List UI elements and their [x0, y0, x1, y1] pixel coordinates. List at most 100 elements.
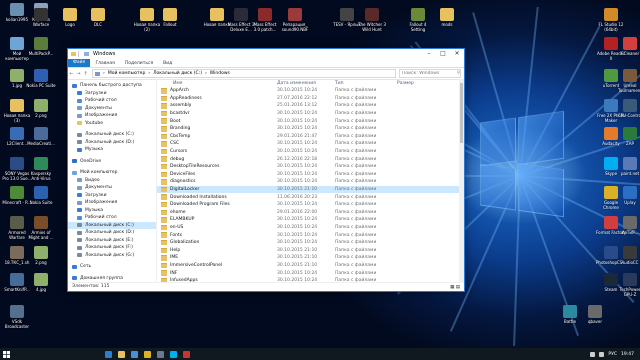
- file-row[interactable]: Help 30.10.2015 21:10 Папка с файлами: [157, 246, 464, 254]
- nav-item[interactable]: Изображения: [68, 112, 156, 120]
- breadcrumb-drive-c[interactable]: Локальный диск (C:): [153, 71, 202, 76]
- file-row[interactable]: Cursors 30.10.2015 10:24 Папка с файлами: [157, 148, 464, 156]
- file-row[interactable]: ImmersiveControlPanel 30.10.2015 21:10 Пап…: [157, 262, 464, 270]
- nav-item[interactable]: Рабочий стол: [68, 214, 156, 222]
- column-type[interactable]: Тип: [335, 81, 397, 86]
- file-row[interactable]: Downloaded Installations 11.06.2016 20:23…: [157, 193, 464, 201]
- nav-item[interactable]: Мой компьютер: [68, 169, 156, 177]
- search-box[interactable]: ⚲: [399, 69, 461, 78]
- desktop-icon[interactable]: TechPower GPU-Z: [615, 273, 640, 305]
- desktop-icon[interactable]: The Witcher 3 Wild Hunt: [357, 8, 387, 40]
- language-indicator[interactable]: РУС: [608, 352, 617, 357]
- nav-item[interactable]: Музыка: [68, 207, 156, 215]
- nav-item[interactable]: Документы: [68, 105, 156, 113]
- nav-item[interactable]: Локальный диск (E:): [68, 237, 156, 245]
- taskbar-chrome-icon[interactable]: [144, 350, 151, 358]
- explorer-window[interactable]: Windows – □ ✕ Файл Главная Поделиться Ви…: [67, 48, 465, 292]
- file-row[interactable]: diagnostics 30.10.2015 10:24 Папка с файла…: [157, 178, 464, 186]
- desktop-icon[interactable]: Nokia Suite: [26, 186, 56, 218]
- desktop-icon[interactable]: Logo: [55, 8, 85, 40]
- file-row[interactable]: bcastdvr 30.10.2015 10:24 Папка с файлами: [157, 110, 464, 118]
- desktop-icon[interactable]: Kaspersky Anti-Virus: [26, 157, 56, 189]
- nav-item[interactable]: Рабочий стол: [68, 97, 156, 105]
- desktop-icon[interactable]: FL Studio 12 (64bit): [596, 8, 626, 40]
- desktop-icon[interactable]: mods: [432, 8, 462, 40]
- file-row[interactable]: Downloaded Program Files 30.10.2015 10:24…: [157, 201, 464, 209]
- desktop-icon[interactable]: Nokia PC Suite: [26, 69, 56, 101]
- close-button[interactable]: ✕: [450, 49, 464, 59]
- tab-home[interactable]: Главная: [90, 61, 119, 66]
- address-bar[interactable]: › Мой компьютер › Локальный диск (C:) › …: [92, 69, 396, 78]
- nav-item[interactable]: Документы: [68, 184, 156, 192]
- nav-item[interactable]: Музыка: [68, 146, 156, 154]
- maximize-button[interactable]: □: [436, 49, 450, 59]
- desktop-icon[interactable]: DLC: [83, 8, 113, 40]
- column-name[interactable]: Имя: [157, 81, 277, 86]
- desktop-icon[interactable]: VSdk Broadcaster: [2, 305, 32, 337]
- file-row[interactable]: ehome 29.01.2016 22:00 Папка с файлами: [157, 209, 464, 217]
- file-row[interactable]: CbsTemp 29.01.2016 21:47 Папка с файлами: [157, 133, 464, 141]
- desktop-icon[interactable]: CCleaner: [615, 37, 640, 69]
- desktop-icon[interactable]: MultiPackP...: [26, 37, 56, 69]
- file-row[interactable]: IME 30.10.2015 21:10 Папка с файлами: [157, 254, 464, 262]
- nav-item[interactable]: Изображения: [68, 199, 156, 207]
- desktop-icon[interactable]: paint.net: [615, 157, 640, 189]
- volume-icon[interactable]: [599, 351, 605, 357]
- taskbar-skype-icon[interactable]: [170, 350, 177, 358]
- network-icon[interactable]: [590, 351, 596, 357]
- tab-view[interactable]: Вид: [158, 61, 177, 66]
- nav-item[interactable]: Локальный диск (D:): [68, 139, 156, 147]
- desktop-icon[interactable]: ИоТиЯ...: [615, 216, 640, 248]
- file-row[interactable]: AppReadiness 27.07.2016 22:12 Папка с файл…: [157, 95, 464, 103]
- desktop-icon[interactable]: Fallout: [155, 8, 185, 40]
- taskbar-store-icon[interactable]: [131, 350, 138, 358]
- breadcrumb-computer[interactable]: Мой компьютер: [108, 71, 146, 76]
- desktop-icon[interactable]: 4.jpg: [26, 273, 56, 305]
- search-input[interactable]: [402, 70, 446, 77]
- clock[interactable]: 19:47: [621, 352, 634, 357]
- file-row[interactable]: Globalization 30.10.2015 10:24 Папка с фай…: [157, 239, 464, 247]
- nav-item[interactable]: Локальный диск (C:): [68, 221, 156, 229]
- desktop-icon[interactable]: MediaCreati...: [26, 127, 56, 159]
- taskbar-explorer-icon[interactable]: [118, 350, 125, 358]
- taskbar-opera-icon[interactable]: [183, 350, 190, 358]
- nav-item[interactable]: Локальный диск (F:): [68, 244, 156, 252]
- file-row[interactable]: DigitalLocker 30.10.2015 21:10 Папка с фай…: [157, 185, 464, 194]
- forward-arrow-icon[interactable]: →: [75, 71, 82, 77]
- nav-item[interactable]: Загрузки: [68, 192, 156, 200]
- file-row[interactable]: AppArch 30.10.2015 10:24 Папка с файлами: [157, 87, 464, 95]
- file-row[interactable]: ELAMBKUP 30.10.2015 10:24 Папка с файлами: [157, 216, 464, 224]
- file-row[interactable]: INF 30.10.2015 10:24 Папка с файлами: [157, 269, 464, 277]
- vertical-scrollbar[interactable]: [459, 79, 464, 283]
- back-arrow-icon[interactable]: ←: [68, 71, 75, 77]
- view-toggle-icon[interactable]: ▦ ▤: [450, 284, 460, 291]
- taskbar-edge-icon[interactable]: [105, 350, 112, 358]
- nav-item[interactable]: Домашняя группа: [68, 275, 156, 283]
- desktop-icon[interactable]: Fallout 4 Setting: [403, 8, 433, 40]
- nav-item[interactable]: Загрузки: [68, 90, 156, 98]
- desktop-icon[interactable]: Armies of Might and ...: [26, 216, 56, 248]
- tab-share[interactable]: Поделиться: [120, 61, 158, 66]
- scrollbar-thumb[interactable]: [460, 83, 463, 143]
- file-row[interactable]: DesktopTileResources 30.10.2015 10:24 Папк…: [157, 163, 464, 171]
- column-date[interactable]: Дата изменения: [277, 81, 335, 86]
- taskbar-steam-icon[interactable]: [157, 350, 164, 358]
- file-row[interactable]: debug 26.12.2016 22:18 Папка с файлами: [157, 155, 464, 163]
- desktop-icon[interactable]: Warface: [26, 8, 56, 40]
- file-row[interactable]: Branding 30.10.2015 10:24 Папка с файлами: [157, 125, 464, 133]
- nav-item[interactable]: Локальный диск (D:): [68, 229, 156, 237]
- up-arrow-icon[interactable]: ↑: [82, 71, 89, 77]
- title-bar[interactable]: Windows – □ ✕: [68, 49, 464, 59]
- quick-access-icon[interactable]: [84, 52, 89, 56]
- column-size[interactable]: Размер: [397, 81, 437, 86]
- file-row[interactable]: Boot 30.10.2015 10:24 Папка с файлами: [157, 117, 464, 125]
- nav-item[interactable]: Панель быстрого доступа: [68, 82, 156, 90]
- desktop-icon[interactable]: Uplay: [615, 186, 640, 218]
- desktop-icon[interactable]: Mass Effect 3.0 patch...: [250, 8, 280, 40]
- desktop-icon[interactable]: Репарация_ sound90.NBF: [280, 8, 310, 40]
- file-row[interactable]: CSC 30.10.2015 10:24 Папка с файлами: [157, 140, 464, 148]
- desktop-icon[interactable]: Unreal Tournament: [615, 69, 640, 101]
- nav-item[interactable]: OneDrive: [68, 158, 156, 166]
- start-button[interactable]: [0, 348, 12, 360]
- nav-item[interactable]: Видео: [68, 177, 156, 185]
